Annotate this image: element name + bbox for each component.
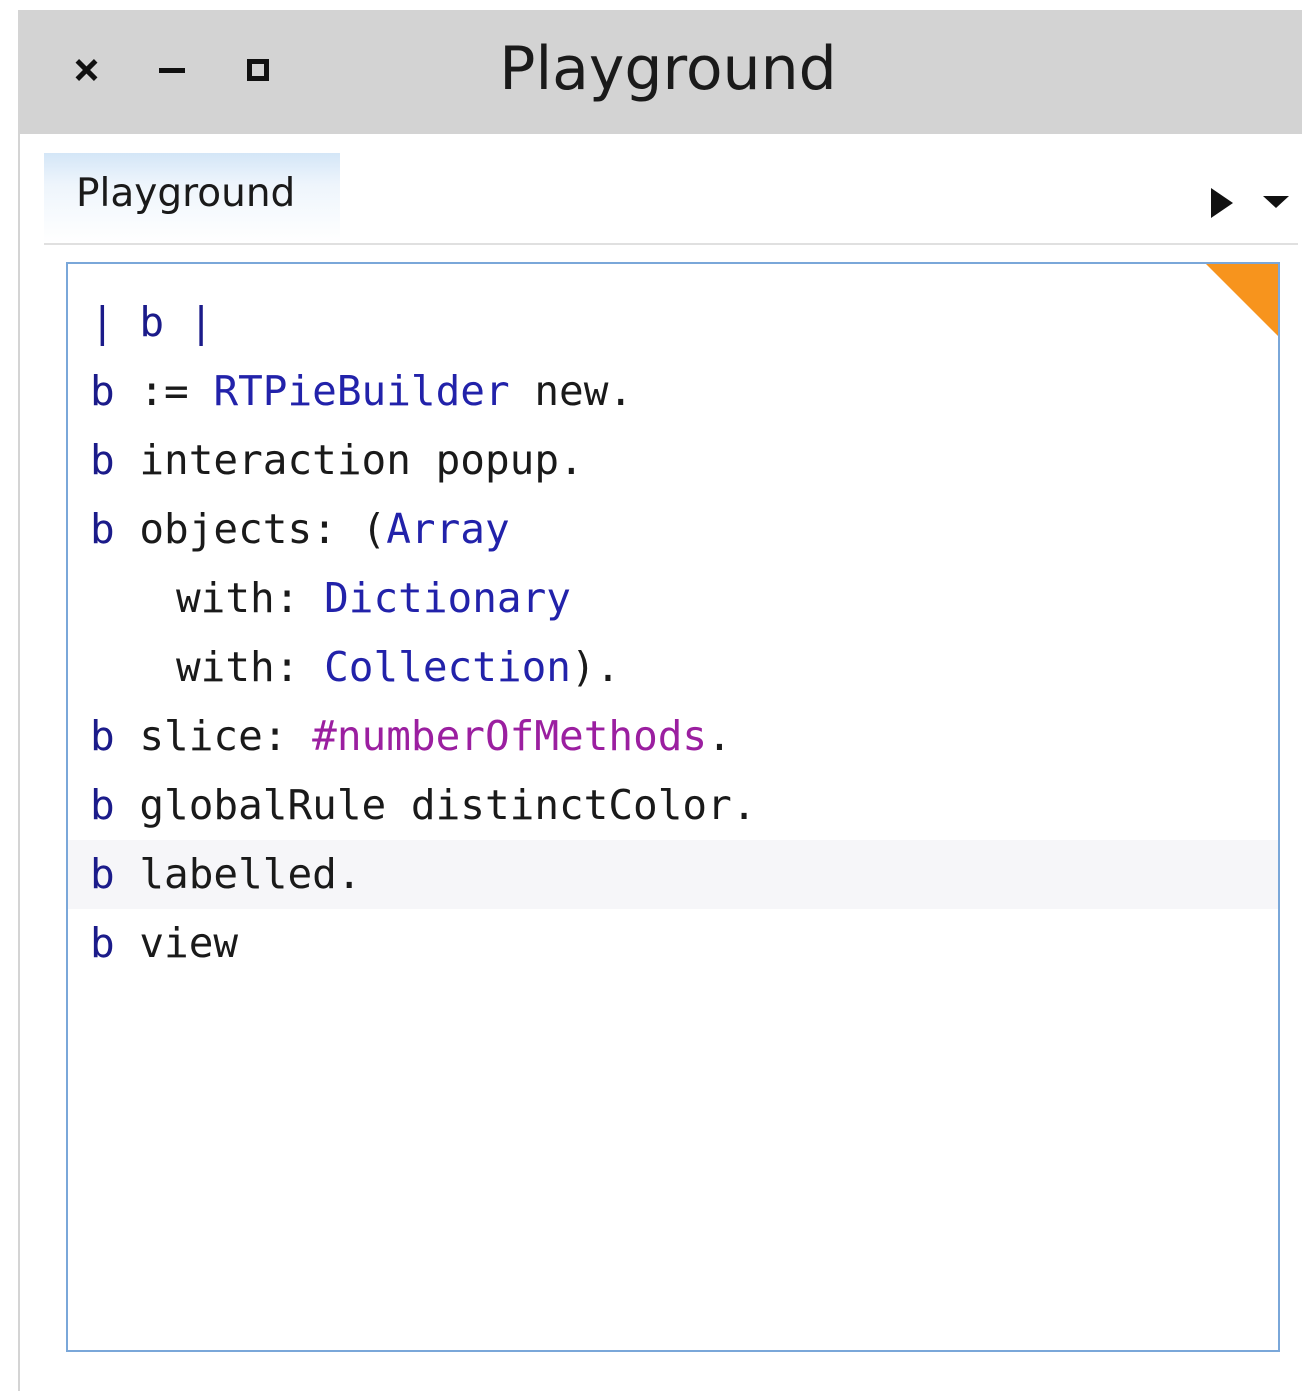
code-token: labelled. [114, 850, 362, 898]
code-token: b [90, 712, 115, 760]
code-editor[interactable]: | b | b := RTPieBuilder new. b interaction… [66, 262, 1280, 1352]
code-token: b [90, 781, 115, 829]
code-token: b [90, 367, 115, 415]
chevron-down-icon[interactable] [1263, 196, 1289, 208]
code-token: #numberOfMethods [312, 712, 708, 760]
code-line[interactable]: b labelled. [68, 840, 1278, 909]
code-token: Array [386, 505, 510, 553]
window-title: Playground [499, 34, 837, 104]
code-line[interactable]: with: Dictionary [68, 564, 1278, 633]
code-token: b [90, 436, 115, 484]
play-icon[interactable] [1211, 188, 1233, 218]
code-token: slice: [114, 712, 313, 760]
code-token: b [139, 298, 165, 346]
code-token: . [707, 712, 732, 760]
code-token: with: [176, 643, 325, 691]
code-token: RTPieBuilder [213, 367, 510, 415]
code-line[interactable]: b view [68, 909, 1278, 978]
code-token: Dictionary [324, 574, 571, 622]
tab-label: Playground [76, 171, 296, 216]
code-token: b [90, 850, 115, 898]
code-lines: | b | b := RTPieBuilder new. b interaction… [68, 288, 1278, 978]
code-line[interactable]: b interaction popup. [68, 426, 1278, 495]
code-token: := [114, 367, 214, 415]
code-token: ). [570, 643, 621, 691]
code-line[interactable]: b slice: #numberOfMethods. [68, 702, 1278, 771]
code-line[interactable]: b := RTPieBuilder new. [68, 357, 1278, 426]
screen: Playground Playground | b | b := RTPieBui… [0, 0, 1302, 1391]
code-token: objects: ( [114, 505, 387, 553]
tab-bar: Playground [44, 153, 1298, 245]
code-token: globalRule distinctColor. [114, 781, 757, 829]
code-token: | [90, 298, 140, 346]
title-bar[interactable]: Playground [20, 10, 1302, 134]
code-token: view [114, 919, 239, 967]
code-token: | [164, 298, 214, 346]
code-token: Collection [324, 643, 571, 691]
code-line[interactable]: b globalRule distinctColor. [68, 771, 1278, 840]
code-token: b [90, 919, 115, 967]
playground-window: Playground Playground | b | b := RTPieBui… [18, 10, 1302, 1391]
code-token: b [90, 505, 115, 553]
code-line[interactable]: with: Collection). [68, 633, 1278, 702]
code-line[interactable]: b objects: (Array [68, 495, 1278, 564]
tab-playground[interactable]: Playground [44, 153, 340, 243]
code-token: with: [176, 574, 325, 622]
code-line[interactable]: | b | [68, 288, 1278, 357]
code-token: new. [509, 367, 634, 415]
code-token: interaction popup. [114, 436, 584, 484]
